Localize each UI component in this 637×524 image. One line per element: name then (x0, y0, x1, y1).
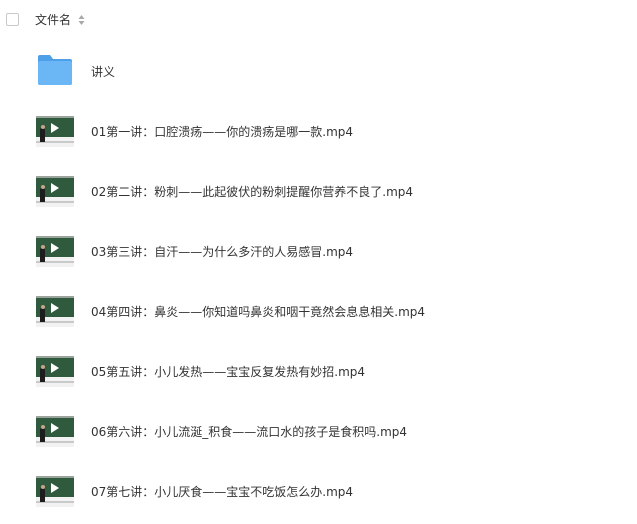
video-thumbnail-icon (36, 236, 74, 267)
file-row-folder[interactable]: 讲义 (0, 48, 637, 98)
select-all-checkbox[interactable] (6, 13, 19, 26)
file-name[interactable]: 讲义 (91, 64, 115, 80)
file-name[interactable]: 04第四讲：鼻炎——你知道吗鼻炎和咽干竟然会息息相关.mp4 (91, 304, 425, 320)
play-icon (51, 243, 59, 253)
video-thumbnail-icon (36, 116, 74, 147)
file-name[interactable]: 07第七讲：小儿厌食——宝宝不吃饭怎么办.mp4 (91, 484, 353, 500)
play-icon (51, 363, 59, 373)
video-thumbnail-icon (36, 476, 74, 507)
file-name[interactable]: 01第一讲：口腔溃疡——你的溃疡是哪一款.mp4 (91, 124, 353, 140)
file-row-video[interactable]: 05第五讲：小儿发热——宝宝反复发热有妙招.mp4 (0, 348, 637, 398)
video-thumbnail-icon (36, 176, 74, 207)
file-list-header: 文件名 (0, 0, 637, 40)
file-row-video[interactable]: 04第四讲：鼻炎——你知道吗鼻炎和咽干竟然会息息相关.mp4 (0, 288, 637, 338)
play-icon (51, 183, 59, 193)
file-name[interactable]: 02第二讲：粉刺——此起彼伏的粉刺提醒你营养不良了.mp4 (91, 184, 413, 200)
play-icon (51, 303, 59, 313)
file-row-video[interactable]: 01第一讲：口腔溃疡——你的溃疡是哪一款.mp4 (0, 108, 637, 158)
play-icon (51, 123, 59, 133)
sort-updown-icon[interactable] (78, 14, 85, 26)
file-name[interactable]: 05第五讲：小儿发热——宝宝反复发热有妙招.mp4 (91, 364, 365, 380)
column-title-filename[interactable]: 文件名 (35, 12, 71, 28)
folder-icon (38, 55, 72, 85)
file-row-video[interactable]: 03第三讲：自汗——为什么多汗的人易感冒.mp4 (0, 228, 637, 278)
play-icon (51, 423, 59, 433)
play-icon (51, 483, 59, 493)
video-thumbnail-icon (36, 356, 74, 387)
file-name[interactable]: 06第六讲：小儿流涎_积食——流口水的孩子是食积吗.mp4 (91, 424, 407, 440)
file-row-video[interactable]: 02第二讲：粉刺——此起彼伏的粉刺提醒你营养不良了.mp4 (0, 168, 637, 218)
video-thumbnail-icon (36, 416, 74, 447)
video-thumbnail-icon (36, 296, 74, 327)
file-name[interactable]: 03第三讲：自汗——为什么多汗的人易感冒.mp4 (91, 244, 353, 260)
file-row-video[interactable]: 07第七讲：小儿厌食——宝宝不吃饭怎么办.mp4 (0, 468, 637, 518)
file-row-video[interactable]: 06第六讲：小儿流涎_积食——流口水的孩子是食积吗.mp4 (0, 408, 637, 458)
